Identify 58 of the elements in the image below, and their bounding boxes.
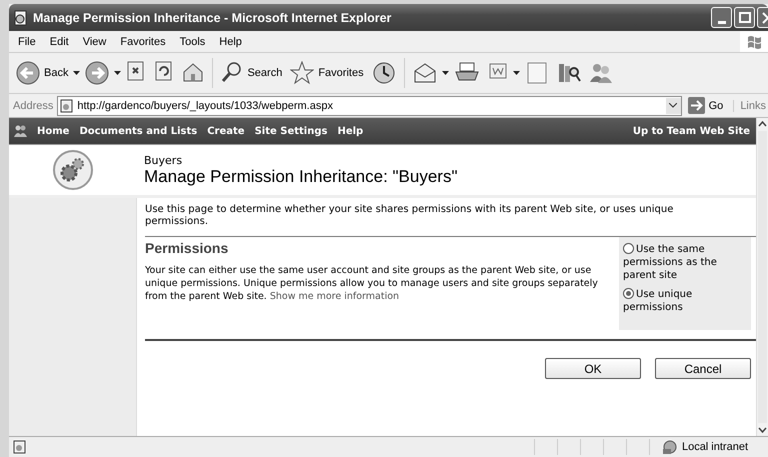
section-heading: Permissions: [145, 240, 230, 256]
address-label: Address: [13, 100, 54, 112]
minimize-button[interactable]: [711, 7, 732, 28]
links-button[interactable]: Links: [733, 100, 766, 112]
nav-link[interactable]: Documents and Lists: [79, 126, 198, 136]
maximize-icon: [738, 12, 750, 23]
radio-option[interactable]: Use unique permissions: [623, 288, 749, 314]
page-title: Manage Permission Inheritance: "Buyers": [144, 166, 458, 186]
caret-icon[interactable]: [442, 70, 449, 76]
search-icon: [221, 61, 244, 85]
nav-link[interactable]: Home: [37, 126, 70, 136]
chevron-icon: [669, 103, 678, 108]
note-icon: [524, 61, 549, 85]
flag-icon: [746, 34, 762, 50]
section-text: Your site can either use the same user account and site groups as the parent Web site, or use unique permissions. Unique permissions allow you to manage users and site groups separately from the parent Web site. Show me more information: [145, 264, 599, 303]
star-icon: [290, 61, 314, 85]
favorites-button[interactable]: Favorites: [287, 58, 367, 88]
back-button[interactable]: Back: [13, 58, 72, 88]
history-icon: [372, 61, 396, 85]
books-icon: [556, 61, 581, 85]
page-icon: [13, 10, 29, 26]
dropdown-button[interactable]: [666, 98, 681, 114]
radio-option[interactable]: Use the same permissions as the parent site: [623, 243, 749, 282]
radio-button[interactable]: [623, 243, 634, 254]
menu-item[interactable]: Tools: [172, 34, 212, 50]
menu-item[interactable]: View: [76, 34, 114, 50]
zone-label: Local intranet: [682, 441, 748, 453]
caret-icon[interactable]: [512, 70, 520, 76]
dialog-button[interactable]: Cancel: [655, 358, 751, 379]
people-icon: [13, 124, 27, 138]
dialog-button[interactable]: OK: [545, 358, 641, 379]
gears-icon: [52, 150, 92, 190]
radio-button[interactable]: [623, 288, 634, 299]
menu-item[interactable]: File: [11, 34, 43, 50]
nav-link[interactable]: Up to Team Web Site: [632, 126, 750, 136]
more-info-link[interactable]: Show me more information: [270, 291, 400, 302]
nav-link[interactable]: Help: [337, 126, 364, 136]
nav-link[interactable]: Create: [207, 126, 245, 136]
menu-item[interactable]: Favorites: [113, 34, 173, 50]
maximize-button[interactable]: [734, 7, 755, 28]
page-description: Use this page to determine whether your site shares permissions with its parent Web site, or uses unique permissions.: [145, 204, 674, 228]
minimize-icon: [718, 20, 726, 24]
arrow-icon: [688, 97, 705, 114]
site-name: Buyers: [144, 154, 184, 166]
people-icon: [588, 61, 613, 85]
search-button[interactable]: Search: [218, 58, 286, 88]
page-icon: [60, 98, 74, 112]
caret-icon[interactable]: [73, 70, 80, 76]
address-field[interactable]: http://gardenco/buyers/_layouts/1033/webperm.aspx: [57, 96, 682, 116]
scrollbar[interactable]: [756, 118, 768, 436]
mail-icon: [412, 61, 437, 85]
nav-link[interactable]: Site Settings: [254, 126, 328, 136]
menu-item[interactable]: Help: [212, 34, 249, 50]
page-icon: [13, 440, 27, 454]
go-button[interactable]: Go: [686, 97, 730, 114]
window-title: Manage Permission Inheritance - Microsoft Internet Explorer: [33, 10, 392, 24]
caret-icon[interactable]: [114, 70, 122, 76]
menu-item[interactable]: Edit: [42, 34, 76, 50]
